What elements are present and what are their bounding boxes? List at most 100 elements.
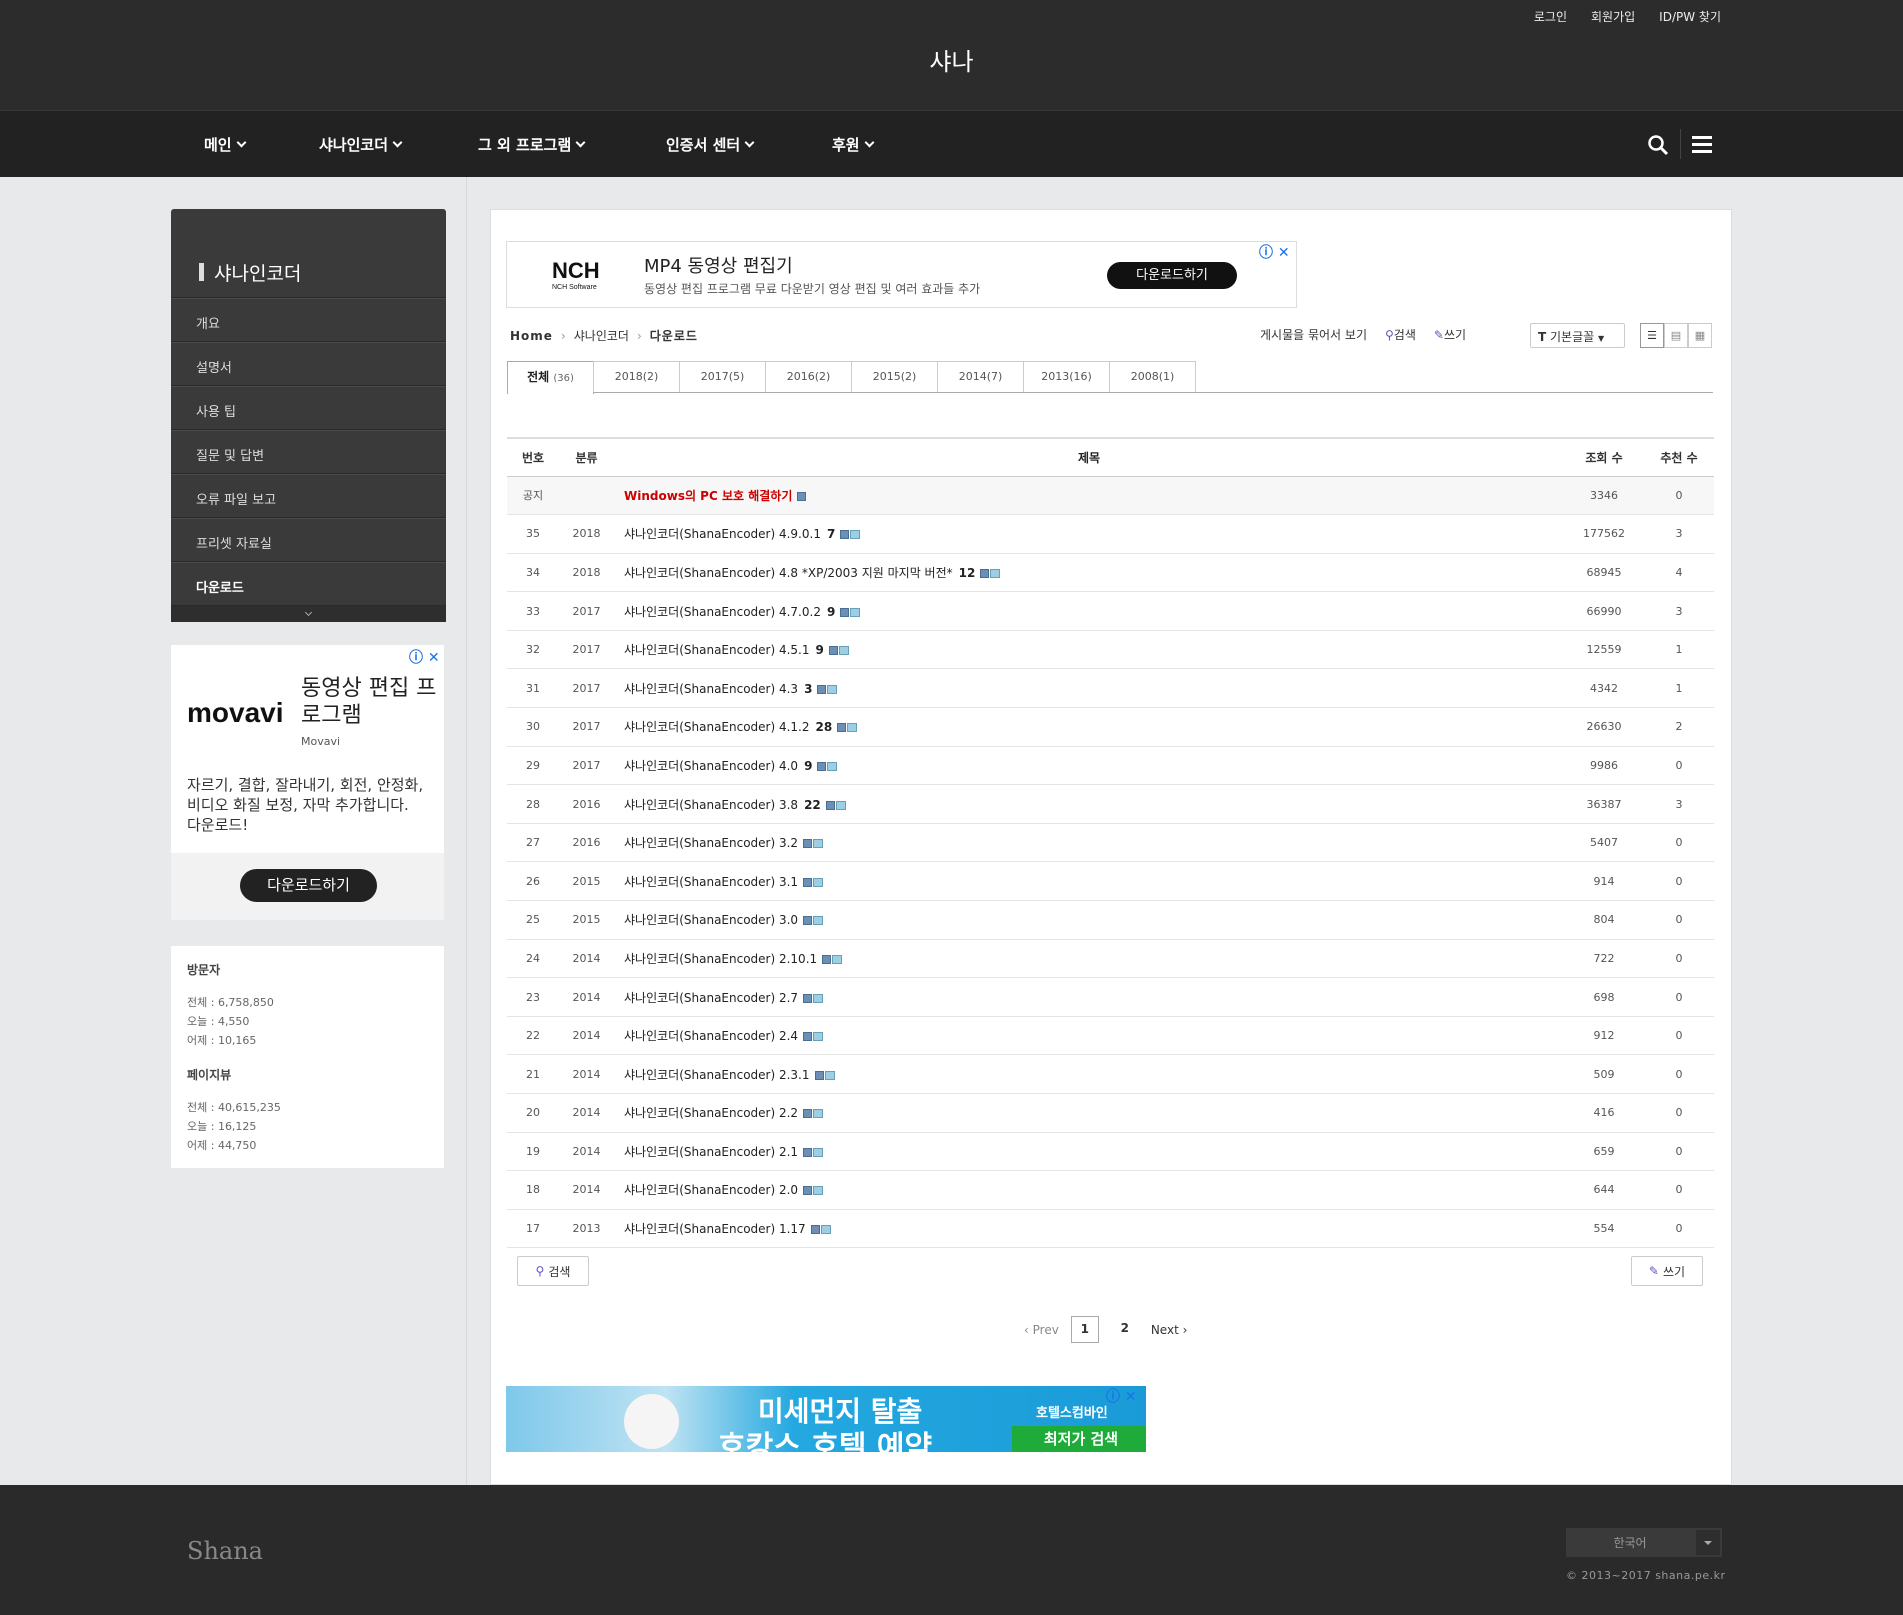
sidebar-expand[interactable] xyxy=(171,606,446,622)
table-row[interactable]: 29 2017 샤나인코더(ShanaEncoder) 4.0 9 9986 0 xyxy=(507,746,1714,786)
breadcrumb-current[interactable]: 다운로드 xyxy=(650,327,698,344)
table-row[interactable]: 28 2016 샤나인코더(ShanaEncoder) 3.8 22 36387 3 xyxy=(507,784,1714,824)
signup-link[interactable]: 회원가입 xyxy=(1591,8,1635,25)
row-title-link[interactable]: 샤나인코더(ShanaEncoder) 2.4 xyxy=(624,1029,798,1043)
page-1[interactable]: 1 xyxy=(1070,1316,1099,1343)
row-title-link[interactable]: 샤나인코더(ShanaEncoder) 4.3 xyxy=(624,682,798,696)
table-row[interactable]: 35 2018 샤나인코더(ShanaEncoder) 4.9.0.1 7 177562… xyxy=(507,514,1714,554)
row-title-link[interactable]: 샤나인코더(ShanaEncoder) 4.7.0.2 xyxy=(624,605,821,619)
ad-cta-button[interactable]: 최저가 검색 xyxy=(1012,1426,1146,1452)
row-title-link[interactable]: 샤나인코더(ShanaEncoder) 2.10.1 xyxy=(624,952,817,966)
comment-count[interactable]: 9 xyxy=(827,605,835,619)
ad-info-icon[interactable]: ⓘ ✕ xyxy=(1259,242,1290,262)
tab-2018[interactable]: 2018(2) xyxy=(593,361,680,392)
col-category[interactable]: 분류 xyxy=(559,437,614,477)
language-select[interactable]: 한국어 xyxy=(1566,1528,1722,1557)
login-link[interactable]: 로그인 xyxy=(1534,8,1567,25)
col-views[interactable]: 조회 수 xyxy=(1564,437,1644,477)
bottom-write-button[interactable]: ✎ 쓰기 xyxy=(1631,1256,1703,1286)
sidebar-item-tips[interactable]: 사용 팁 xyxy=(171,386,446,430)
bottom-search-button[interactable]: ⚲ 검색 xyxy=(517,1256,589,1286)
sidebar-item-manual[interactable]: 설명서 xyxy=(171,342,446,386)
sidebar-item-overview[interactable]: 개요 xyxy=(171,298,446,342)
find-id-pw-link[interactable]: ID/PW 찾기 xyxy=(1659,8,1721,25)
tab-2016[interactable]: 2016(2) xyxy=(765,361,852,392)
table-row[interactable]: 26 2015 샤나인코더(ShanaEncoder) 3.1 914 0 xyxy=(507,861,1714,902)
ad-info-icon[interactable]: ⓘ ✕ xyxy=(409,647,440,667)
row-title-link[interactable]: 샤나인코더(ShanaEncoder) 4.8 *XP/2003 지원 마지막 … xyxy=(624,566,953,580)
notice-title-link[interactable]: Windows의 PC 보호 해결하기 xyxy=(624,489,792,503)
sidebar-item-qna[interactable]: 질문 및 답변 xyxy=(171,430,446,474)
top-ad-banner[interactable]: ⓘ ✕ NCH NCH Software MP4 동영상 편집기 동영상 편집 프… xyxy=(506,241,1297,308)
prev-page[interactable]: ‹ Prev xyxy=(1024,1323,1059,1337)
sidebar-item-error-report[interactable]: 오류 파일 보고 xyxy=(171,474,446,518)
col-number[interactable]: 번호 xyxy=(507,437,559,477)
row-title-link[interactable]: 샤나인코더(ShanaEncoder) 2.0 xyxy=(624,1183,798,1197)
row-title-link[interactable]: 샤나인코더(ShanaEncoder) 3.2 xyxy=(624,836,798,850)
sidebar-item-presets[interactable]: 프리셋 자료실 xyxy=(171,518,446,562)
nav-item-cert-center[interactable]: 인증서 센터 xyxy=(666,134,755,155)
row-title-link[interactable]: 샤나인코더(ShanaEncoder) 2.3.1 xyxy=(624,1068,810,1082)
breadcrumb-parent[interactable]: 샤나인코더 xyxy=(574,327,629,344)
tab-2017[interactable]: 2017(5) xyxy=(679,361,766,392)
bottom-ad-banner[interactable]: 미세먼지 탈출 호캉스 호텔 예약 호텔스컴바인 최저가 검색 ⓘ ✕ xyxy=(506,1386,1146,1452)
grouped-view-link[interactable]: 게시물을 묶어서 보기 xyxy=(1260,326,1367,343)
comment-count[interactable]: 28 xyxy=(816,720,833,734)
gallery-view-icon[interactable]: ▦ xyxy=(1688,323,1712,348)
table-row[interactable]: 23 2014 샤나인코더(ShanaEncoder) 2.7 698 0 xyxy=(507,977,1714,1017)
search-link[interactable]: ⚲검색 xyxy=(1385,326,1416,343)
write-link[interactable]: ✎쓰기 xyxy=(1434,326,1466,343)
comment-count[interactable]: 7 xyxy=(827,527,835,541)
list-view-icon[interactable]: ☰ xyxy=(1640,323,1664,348)
comment-count[interactable]: 3 xyxy=(804,682,812,696)
table-row[interactable]: 27 2016 샤나인코더(ShanaEncoder) 3.2 5407 0 xyxy=(507,823,1714,863)
sidebar-item-download[interactable]: 다운로드 xyxy=(171,562,446,606)
tab-2013[interactable]: 2013(16) xyxy=(1023,361,1110,392)
table-row[interactable]: 17 2013 샤나인코더(ShanaEncoder) 1.17 554 0 xyxy=(507,1209,1714,1249)
nav-item-other-programs[interactable]: 그 외 프로그램 xyxy=(478,134,586,155)
tab-2015[interactable]: 2015(2) xyxy=(851,361,938,392)
col-recommend[interactable]: 추천 수 xyxy=(1644,437,1714,477)
row-title-link[interactable]: 샤나인코더(ShanaEncoder) 3.1 xyxy=(624,875,798,889)
search-icon[interactable] xyxy=(1647,134,1669,156)
menu-icon[interactable] xyxy=(1692,136,1712,154)
footer-logo[interactable]: Shana xyxy=(187,1537,263,1565)
table-row[interactable]: 24 2014 샤나인코더(ShanaEncoder) 2.10.1 722 0 xyxy=(507,939,1714,979)
table-row[interactable]: 32 2017 샤나인코더(ShanaEncoder) 4.5.1 9 12559 1 xyxy=(507,630,1714,670)
table-row[interactable]: 21 2014 샤나인코더(ShanaEncoder) 2.3.1 509 0 xyxy=(507,1054,1714,1094)
table-row[interactable]: 18 2014 샤나인코더(ShanaEncoder) 2.0 644 0 xyxy=(507,1170,1714,1210)
table-row[interactable]: 30 2017 샤나인코더(ShanaEncoder) 4.1.2 28 26630 2 xyxy=(507,707,1714,747)
tab-all[interactable]: 전체 (36) xyxy=(507,361,594,394)
row-title-link[interactable]: 샤나인코더(ShanaEncoder) 3.8 xyxy=(624,798,798,812)
breadcrumb-home[interactable]: Home xyxy=(510,329,553,343)
table-row[interactable]: 31 2017 샤나인코더(ShanaEncoder) 4.3 3 4342 1 xyxy=(507,668,1714,709)
ad-info-icon[interactable]: ⓘ ✕ xyxy=(1106,1386,1137,1406)
next-page[interactable]: Next › xyxy=(1151,1323,1188,1337)
row-title-link[interactable]: 샤나인코더(ShanaEncoder) 3.0 xyxy=(624,913,798,927)
row-title-link[interactable]: 샤나인코더(ShanaEncoder) 4.5.1 xyxy=(624,643,810,657)
webzine-view-icon[interactable]: ▤ xyxy=(1664,323,1688,348)
comment-count[interactable]: 9 xyxy=(816,643,824,657)
row-title-link[interactable]: 샤나인코더(ShanaEncoder) 1.17 xyxy=(624,1222,806,1236)
comment-count[interactable]: 22 xyxy=(804,798,821,812)
table-row[interactable]: 25 2015 샤나인코더(ShanaEncoder) 3.0 804 0 xyxy=(507,900,1714,940)
table-row[interactable]: 33 2017 샤나인코더(ShanaEncoder) 4.7.0.2 9 66990 3 xyxy=(507,591,1714,631)
table-row[interactable]: 20 2014 샤나인코더(ShanaEncoder) 2.2 416 0 xyxy=(507,1093,1714,1133)
row-title-link[interactable]: 샤나인코더(ShanaEncoder) 2.1 xyxy=(624,1145,798,1159)
nav-item-shana-encoder[interactable]: 샤나인코더 xyxy=(319,134,403,155)
row-title-link[interactable]: 샤나인코더(ShanaEncoder) 2.7 xyxy=(624,991,798,1005)
comment-count[interactable]: 9 xyxy=(804,759,812,773)
row-title-link[interactable]: 샤나인코더(ShanaEncoder) 4.9.0.1 xyxy=(624,527,821,541)
page-2[interactable]: 2 xyxy=(1111,1316,1139,1343)
col-title[interactable]: 제목 xyxy=(614,437,1564,477)
tab-2008[interactable]: 2008(1) xyxy=(1109,361,1196,392)
ad-download-button[interactable]: 다운로드하기 xyxy=(240,869,377,902)
comment-count[interactable]: 12 xyxy=(959,566,976,580)
sidebar-ad[interactable]: ⓘ ✕ movavi 동영상 편집 프로그램 Movavi 자르기, 결합, 잘… xyxy=(171,645,444,920)
table-row[interactable]: 19 2014 샤나인코더(ShanaEncoder) 2.1 659 0 xyxy=(507,1132,1714,1172)
row-title-link[interactable]: 샤나인코더(ShanaEncoder) 4.0 xyxy=(624,759,798,773)
nav-item-main[interactable]: 메인 xyxy=(204,134,247,155)
row-title-link[interactable]: 샤나인코더(ShanaEncoder) 4.1.2 xyxy=(624,720,810,734)
font-select[interactable]: T 기본글꼴 ▼ xyxy=(1530,323,1625,348)
table-row[interactable]: 22 2014 샤나인코더(ShanaEncoder) 2.4 912 0 xyxy=(507,1016,1714,1056)
